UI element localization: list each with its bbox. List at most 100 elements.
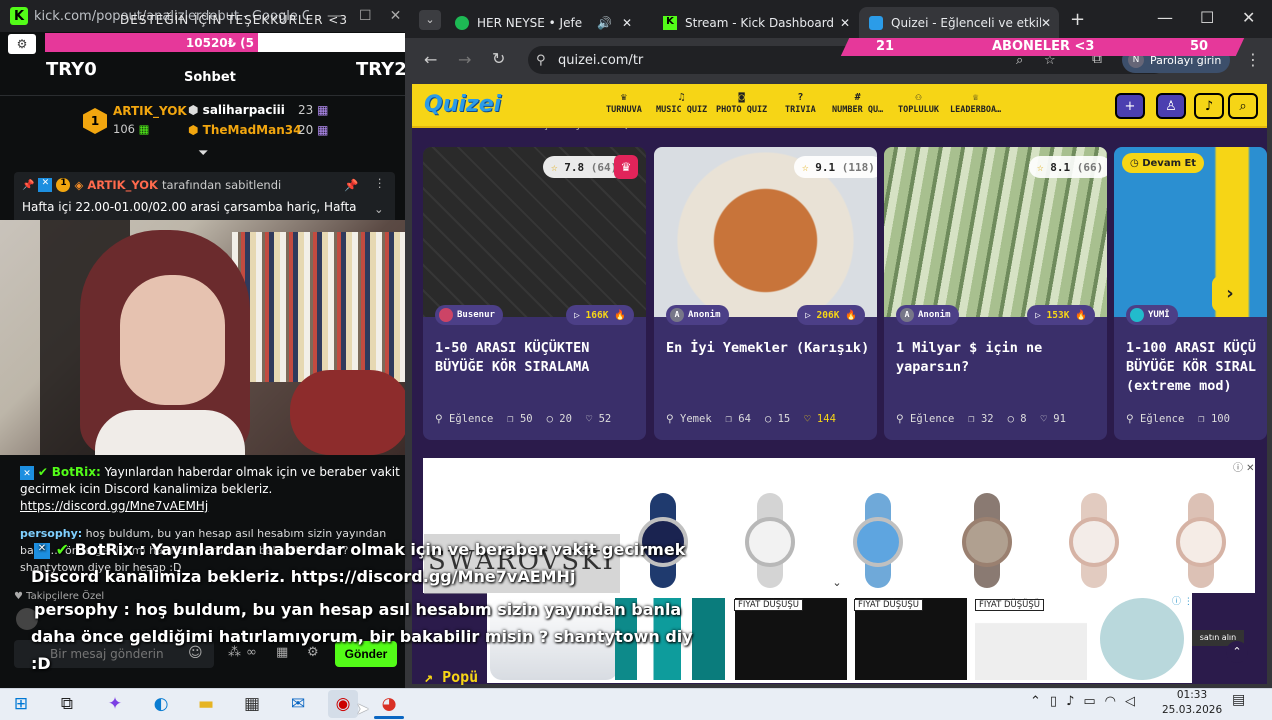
device-icon[interactable]: ▯ xyxy=(1050,694,1066,709)
author-badge[interactable]: Busenur xyxy=(435,305,503,325)
supporter-name[interactable]: ARTIK_YOK xyxy=(113,104,187,118)
search-button[interactable]: ⌕ xyxy=(1228,93,1258,119)
unpin-icon[interactable]: 📌 xyxy=(344,178,358,192)
avatar: A xyxy=(670,308,684,322)
close-icon[interactable]: ✕ xyxy=(840,16,850,30)
mouse-cursor-icon: ➤ xyxy=(356,699,370,718)
maximize-icon[interactable]: ☐ xyxy=(1200,8,1214,27)
close-icon[interactable]: ✕ xyxy=(1041,16,1051,30)
group-icon[interactable]: ⁂ xyxy=(228,645,241,660)
nav-number-quiz[interactable]: # NUMBER QU… xyxy=(832,92,883,115)
author-badge[interactable]: A Anonim xyxy=(666,305,729,325)
nav-label: MUSIC QUIZ xyxy=(656,105,708,115)
expand-chevron-icon[interactable]: ⏷ xyxy=(198,146,208,161)
tab-quizei[interactable]: Quizei - Eğlenceli ve etkileş ✕ xyxy=(859,7,1059,38)
author-badge[interactable]: A Anonim xyxy=(896,305,959,325)
quiz-card[interactable]: ☆ 9.1 (118) A Anonim ▷ 206K 🔥 En İyi Yeme… xyxy=(654,147,877,440)
system-tray[interactable]: ⌃▯♪▭◠◁ xyxy=(1030,694,1144,709)
continue-badge[interactable]: ◷ Devam Et xyxy=(1122,153,1205,173)
card-title[interactable]: 1 Milyar $ için ne yaparsın? xyxy=(896,339,1101,377)
back-icon[interactable]: ← xyxy=(424,50,437,69)
maximize-icon[interactable]: ☐ xyxy=(359,8,372,24)
mail-icon[interactable]: ✉ xyxy=(283,690,313,718)
ad-info-icon[interactable]: ⓘ ⋮ xyxy=(1172,594,1193,607)
nav-music-quiz[interactable]: ♫ MUSIC QUIZ xyxy=(656,92,707,115)
price-drop-tag: FIYAT DÜŞÜŞÜ xyxy=(975,599,1044,611)
nav-tournament[interactable]: ♛ TURNUVA xyxy=(606,92,642,115)
card-title[interactable]: 1-50 ARASI KÜÇÜKTEN BÜYÜĞE KÖR SIRALAMA xyxy=(435,339,640,377)
author-badge[interactable]: YUMİ xyxy=(1126,305,1178,325)
task-view-icon[interactable]: ⧉ xyxy=(52,690,82,718)
obs-icon[interactable]: ◉ xyxy=(328,690,358,718)
infinity-icon[interactable]: ∞ xyxy=(246,645,257,660)
chevron-down-icon[interactable]: ⌄ xyxy=(826,576,848,592)
sub-goal-label: ABONELER <3 xyxy=(992,39,1095,54)
user-icon: ♙ xyxy=(1165,98,1177,114)
notifications-button[interactable]: ♪ xyxy=(1194,93,1224,119)
supporter-amount: 23 ▦ xyxy=(298,103,328,117)
wifi-icon[interactable]: ◠ xyxy=(1105,694,1125,709)
nav-community[interactable]: ⚇ TOPLULUK xyxy=(898,92,939,115)
speaker-icon[interactable]: 🔊 xyxy=(597,16,612,30)
like-count[interactable]: ♡ 52 xyxy=(586,413,611,425)
quiz-card[interactable]: ☆ 8.1 (66) A Anonim ▷ 153K 🔥 1 Milyar $ i… xyxy=(884,147,1107,440)
chat-input[interactable] xyxy=(50,644,190,664)
tag-icon: ⚲ xyxy=(435,413,443,425)
chat-username[interactable]: persophy: xyxy=(20,527,82,540)
volume-icon[interactable]: ◁ xyxy=(1125,694,1144,709)
notification-icon[interactable]: ▤ xyxy=(1232,692,1245,708)
nav-photo-quiz[interactable]: ◙ PHOTO QUIZ xyxy=(716,92,767,115)
clock[interactable]: 01:33 25.03.2026 xyxy=(1162,688,1222,718)
tab-kick-dashboard[interactable]: K Stream - Kick Dashboard ✕ xyxy=(653,7,853,38)
supporter-amount: 106 ▦ xyxy=(113,122,149,136)
reload-icon[interactable]: ↻ xyxy=(492,49,505,68)
fox-badge-icon: ◈ xyxy=(74,178,84,192)
category: ⚲ Eğlence xyxy=(896,413,954,425)
create-quiz-button[interactable]: + xyxy=(1115,93,1145,119)
copilot-icon[interactable]: ✦ xyxy=(100,690,130,718)
like-count[interactable]: ♡ 91 xyxy=(1041,413,1066,425)
tune-icon[interactable]: ⚙ xyxy=(8,34,36,54)
like-count[interactable]: ♡ 144 xyxy=(804,413,836,425)
supporter-name[interactable]: ⬢ saliharpaciii xyxy=(188,103,285,117)
supporter-name[interactable]: ⬢ TheMadMan34 xyxy=(188,123,301,137)
more-options-icon[interactable]: ⋮ xyxy=(1245,50,1261,69)
minimize-icon[interactable]: — xyxy=(1157,8,1173,27)
edge-icon[interactable]: ◐ xyxy=(146,690,176,718)
new-tab-icon[interactable]: + xyxy=(1070,9,1085,30)
emoji-icon[interactable]: ☺ xyxy=(188,645,203,661)
site-info-icon[interactable]: ⚲ xyxy=(536,53,546,68)
tab-search-icon[interactable]: ⌄ xyxy=(419,10,441,30)
author-name: Anonim xyxy=(918,310,951,320)
start-icon[interactable]: ⊞ xyxy=(6,690,36,718)
chat-username[interactable]: BotRix: xyxy=(52,465,101,479)
card-title[interactable]: En İyi Yemekler (Karışık) xyxy=(666,339,871,358)
nav-trivia[interactable]: ? TRIVIA xyxy=(785,92,816,115)
scroll-top-button[interactable]: ⌃ xyxy=(1226,641,1248,663)
store-icon[interactable]: ▦ xyxy=(237,690,267,718)
gear-icon[interactable]: ⚙ xyxy=(307,645,319,660)
profile-button[interactable]: ♙ xyxy=(1156,93,1186,119)
tab-spotify[interactable]: HER NEYSE • Jefe 🔊 ✕ xyxy=(445,7,645,38)
site-logo[interactable]: Quizei xyxy=(424,92,501,117)
tray-overflow-icon[interactable]: ⌃ xyxy=(1030,694,1050,709)
carousel-next-button[interactable]: › xyxy=(1212,276,1248,312)
card-title[interactable]: 1-100 ARASI KÜÇÜ BÜYÜĞE KÖR SIRAL (extre… xyxy=(1126,339,1267,396)
gift-icon[interactable]: ▦ xyxy=(276,645,288,660)
more-options-icon[interactable]: ⋮ xyxy=(374,176,386,190)
forward-icon[interactable]: → xyxy=(458,50,471,69)
close-icon[interactable]: ✕ xyxy=(390,8,402,24)
chrome-icon[interactable]: ◕ xyxy=(374,690,404,718)
battery-icon[interactable]: ▭ xyxy=(1083,694,1104,709)
rating-badge: ☆ 7.8 (64) xyxy=(543,156,626,178)
watch-image xyxy=(1176,493,1226,588)
file-explorer-icon[interactable]: ▬ xyxy=(191,690,221,718)
chat-link[interactable]: https://discord.gg/Mne7vAEMHj xyxy=(20,498,400,515)
quiz-card[interactable]: ☆ 7.8 (64) ♛ Busenur ▷ 166K 🔥 1-50 ARASI… xyxy=(423,147,646,440)
ad-info-icon[interactable]: ⓘ ✕ xyxy=(1233,459,1255,474)
close-icon[interactable]: ✕ xyxy=(1242,8,1255,27)
close-icon[interactable]: ✕ xyxy=(622,16,632,30)
mic-icon[interactable]: ♪ xyxy=(1066,694,1083,709)
chevron-down-icon[interactable]: ⌄ xyxy=(374,202,384,216)
nav-leaderboard[interactable]: ♕ LEADERBOA… xyxy=(950,92,1001,115)
